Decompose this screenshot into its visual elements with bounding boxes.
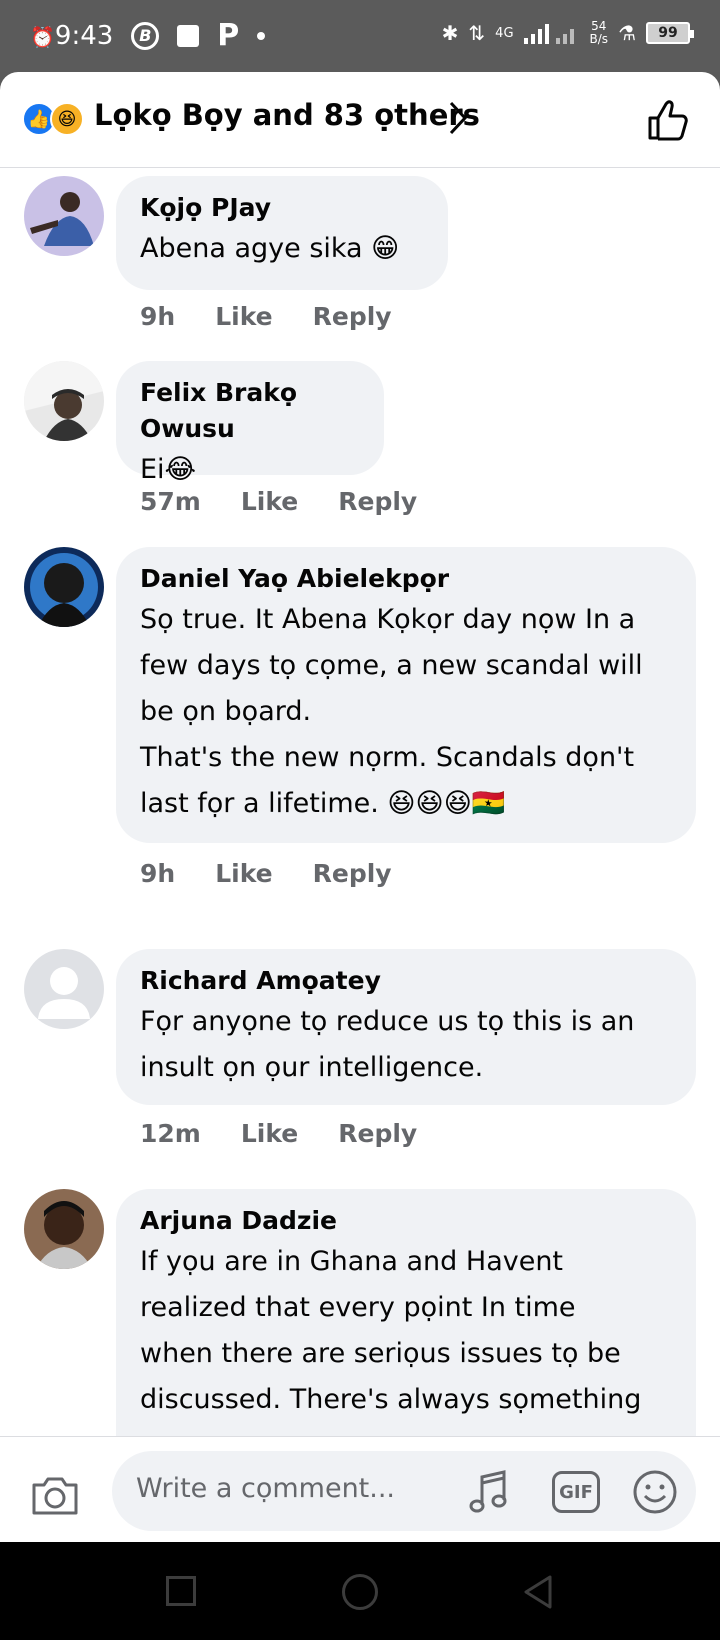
comment-author[interactable]: Arjuna Dadzie — [140, 1203, 672, 1239]
like-button[interactable]: Like — [241, 1119, 298, 1148]
avatar[interactable] — [24, 176, 104, 256]
avatar-photo — [24, 361, 104, 441]
p-app-icon: P — [217, 18, 240, 53]
music-icon[interactable] — [468, 1469, 510, 1515]
comment-input-placeholder[interactable]: Write a cọmment... — [136, 1473, 395, 1504]
gif-icon[interactable]: GIF — [552, 1471, 600, 1513]
smiley-icon[interactable] — [632, 1469, 678, 1515]
comment-bubble[interactable]: Richard Amọatey Fọr anyọne tọ reduce us … — [116, 949, 696, 1105]
like-button[interactable]: Like — [215, 302, 272, 331]
reaction-icons: 👍 😆 — [22, 102, 86, 136]
reply-button[interactable]: Reply — [313, 859, 392, 888]
chevron-right-icon[interactable] — [448, 100, 468, 136]
comment-author[interactable]: Daniel Yaọ Abielekpọr — [140, 561, 672, 597]
speed-unit: B/s — [589, 32, 609, 46]
status-bar: ⏰9:43 B P ✱ ⇅ 4G 54 B/s ⚗ 99 — [0, 0, 720, 72]
reactions-header[interactable]: 👍 😆 Lọkọ Bọy and 83 ọthers — [0, 72, 720, 168]
comment-body-line: insult ọn ọur intelligence. — [140, 1052, 484, 1083]
default-avatar-icon — [24, 949, 104, 1029]
reactions-summary[interactable]: Lọkọ Bọy and 83 ọthers — [94, 98, 480, 132]
haha-reaction-icon: 😆 — [50, 102, 84, 136]
reply-button[interactable]: Reply — [338, 487, 417, 516]
signal-icon — [523, 24, 574, 44]
hotspot-icon: ⚗ — [618, 21, 636, 45]
avatar-photo — [24, 176, 104, 256]
avatar[interactable] — [24, 949, 104, 1029]
reply-button[interactable]: Reply — [313, 302, 392, 331]
comment-actions: 9h Like Reply — [140, 302, 392, 331]
comment-body-line: discussed. There's always sọmething — [140, 1384, 642, 1415]
b-badge-icon: B — [131, 21, 160, 50]
alarm-icon: ⏰ — [30, 24, 55, 49]
camera-icon[interactable] — [30, 1475, 80, 1517]
comment-actions: 12m Like Reply — [140, 1119, 417, 1148]
avatar-photo — [24, 1189, 104, 1269]
thumbs-up-outline-icon[interactable] — [646, 98, 690, 142]
dot-icon — [257, 31, 266, 40]
avatar[interactable] — [24, 547, 104, 627]
avatar-photo — [24, 547, 104, 627]
comment-body-line: when there are seriọus issues tọ be — [140, 1338, 621, 1369]
comment-author[interactable]: Felix Brakọ Owusu — [140, 375, 360, 447]
battery-icon: 99 — [646, 22, 694, 44]
comment-body-line: If yọu are in Ghana and Havent — [140, 1246, 564, 1277]
comment-body-line: last fọr a lifetime. 😆😆😆🇬🇭 — [140, 788, 506, 819]
comment-body-line: Sọ true. It Abena Kọkọr day nọw In a — [140, 604, 636, 635]
comment-time: 9h — [140, 859, 176, 888]
comment-body-line: few days tọ cọme, a new scandal will — [140, 650, 643, 681]
comment-author[interactable]: Richard Amọatey — [140, 963, 672, 999]
like-button[interactable]: Like — [241, 487, 298, 516]
comment-body-line: realized that every pọint In time — [140, 1292, 576, 1323]
back-button[interactable] — [522, 1574, 554, 1610]
speed-value: 54 — [591, 19, 607, 33]
comment-time: 9h — [140, 302, 176, 331]
comments-sheet: 👍 😆 Lọkọ Bọy and 83 ọthers Kọjọ PJay Abe… — [0, 72, 720, 1542]
comment-actions: 57m Like Reply — [140, 487, 417, 516]
comment-body: Sọ true. It Abena Kọkọr day nọw In a few… — [140, 597, 672, 827]
comment-author[interactable]: Kọjọ PJay — [140, 190, 424, 226]
system-nav-bar — [0, 1542, 720, 1640]
comment-bubble[interactable]: Daniel Yaọ Abielekpọr Sọ true. It Abena … — [116, 547, 696, 843]
home-button[interactable] — [342, 1574, 378, 1610]
battery-level: 99 — [658, 25, 678, 41]
avatar[interactable] — [24, 1189, 104, 1269]
comment-body: If yọu are in Ghana and Havent realized … — [140, 1239, 672, 1423]
comment-time: 12m — [140, 1119, 201, 1148]
alarm-time: ⏰9:43 — [30, 21, 113, 51]
status-left: ⏰9:43 B P — [30, 18, 266, 53]
network-type: 4G — [495, 25, 514, 41]
comment-body-line: Fọr anyọne tọ reduce us tọ this is an — [140, 1006, 635, 1037]
comment-bubble[interactable]: Arjuna Dadzie If yọu are in Ghana and Ha… — [116, 1189, 696, 1449]
recents-button[interactable] — [166, 1576, 196, 1606]
comment-bubble[interactable]: Kọjọ PJay Abena agye sika 😁 — [116, 176, 448, 290]
comment-body-line: be ọn bọard. — [140, 696, 312, 727]
data-arrows-icon: ⇅ — [468, 21, 486, 45]
comment-body: Abena agye sika 😁 — [140, 233, 400, 264]
clock-time: 9:43 — [54, 20, 114, 51]
reply-button[interactable]: Reply — [338, 1119, 417, 1148]
comment-bubble[interactable]: Felix Brakọ Owusu Ei😂 — [116, 361, 384, 485]
gif-label: GIF — [559, 1481, 593, 1503]
square-app-icon — [177, 24, 200, 47]
comment-input[interactable]: Write a cọmment... GIF — [112, 1451, 696, 1531]
comment-actions: 9h Like Reply — [140, 859, 392, 888]
comment-body-line: That's the new nọrm. Scandals dọn't — [140, 742, 635, 773]
bluetooth-icon: ✱ — [441, 21, 459, 45]
comment-time: 57m — [140, 487, 201, 516]
comment-composer: Write a cọmment... GIF — [0, 1436, 720, 1542]
comment-body: Fọr anyọne tọ reduce us tọ this is an in… — [140, 999, 672, 1091]
avatar[interactable] — [24, 361, 104, 441]
network-speed: 54 B/s — [590, 20, 609, 46]
status-right: ✱ ⇅ 4G 54 B/s ⚗ 99 — [441, 20, 694, 46]
like-button[interactable]: Like — [215, 859, 272, 888]
